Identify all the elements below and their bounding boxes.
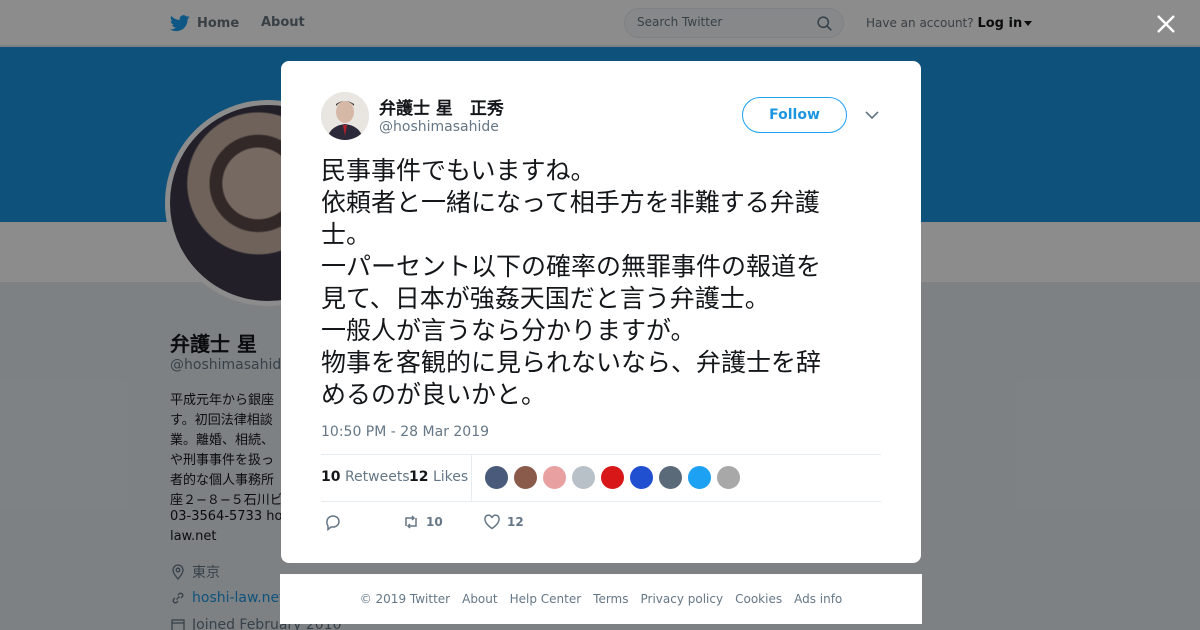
retweet-action-count: 10 bbox=[426, 515, 443, 529]
tweet-text-line: 依頼者と一緒になって相手方を非難する弁護 bbox=[321, 188, 820, 217]
close-icon[interactable] bbox=[1155, 13, 1177, 35]
liker-avatar[interactable] bbox=[658, 465, 683, 490]
likes-count: 12 bbox=[409, 469, 429, 485]
retweets-count: 10 bbox=[321, 469, 341, 485]
tweet-author-avatar[interactable] bbox=[321, 92, 369, 140]
tweet-text-line: めるのが良いかと。 bbox=[321, 380, 547, 409]
footer-link-ads-info[interactable]: Ads info bbox=[794, 592, 842, 606]
author-portrait-icon bbox=[321, 92, 369, 140]
retweets-label: Retweets bbox=[344, 469, 410, 485]
chevron-down-icon[interactable] bbox=[865, 109, 879, 121]
reply-icon bbox=[326, 515, 340, 531]
divider bbox=[321, 501, 881, 502]
tweet-author-handle[interactable]: @hoshimasahide bbox=[379, 119, 499, 135]
divider bbox=[471, 455, 472, 501]
tweet-modal: 弁護士 星 正秀 @hoshimasahide Follow 民事事件でもいます… bbox=[281, 61, 921, 563]
footer: © 2019 Twitter About Help Center Terms P… bbox=[280, 574, 922, 624]
liker-avatar[interactable] bbox=[600, 465, 625, 490]
footer-link-terms[interactable]: Terms bbox=[593, 592, 628, 606]
likes-label: Likes bbox=[432, 469, 469, 485]
tweet-text-line: 士。 bbox=[321, 220, 372, 249]
tweet-text-line: 見て、日本が強姦天国だと言う弁護士。 bbox=[321, 284, 770, 313]
retweet-button[interactable]: 10 bbox=[402, 513, 443, 531]
tweet-text: 民事事件でもいますね。 依頼者と一緒になって相手方を非難する弁護 士。 一パーセ… bbox=[321, 155, 887, 411]
like-button[interactable]: 12 bbox=[483, 513, 524, 531]
liker-avatar[interactable] bbox=[687, 465, 712, 490]
liker-avatar[interactable] bbox=[484, 465, 509, 490]
liker-avatar[interactable] bbox=[629, 465, 654, 490]
footer-link-privacy[interactable]: Privacy policy bbox=[641, 592, 724, 606]
follow-button[interactable]: Follow bbox=[742, 97, 847, 133]
heart-icon bbox=[484, 514, 500, 530]
footer-link-cookies[interactable]: Cookies bbox=[735, 592, 782, 606]
tweet-timestamp[interactable]: 10:50 PM - 28 Mar 2019 bbox=[321, 424, 489, 440]
divider bbox=[321, 454, 881, 455]
tweet-text-line: 一般人が言うなら分かりますが。 bbox=[321, 316, 696, 345]
reply-button[interactable] bbox=[324, 513, 348, 531]
likes-stat[interactable]: 12 Likes bbox=[409, 469, 468, 485]
footer-link-help-center[interactable]: Help Center bbox=[510, 592, 582, 606]
liker-avatars bbox=[484, 465, 745, 490]
tweet-text-line: 物事を客観的に見られないなら、弁護士を辞 bbox=[321, 348, 822, 377]
liker-avatar[interactable] bbox=[513, 465, 538, 490]
tweet-text-line: 一パーセント以下の確率の無罪事件の報道を bbox=[321, 252, 822, 281]
footer-copyright: © 2019 Twitter bbox=[359, 592, 451, 606]
retweets-stat[interactable]: 10 Retweets bbox=[321, 469, 410, 485]
tweet-text-line: 民事事件でもいますね。 bbox=[321, 156, 596, 185]
retweet-icon bbox=[405, 515, 417, 529]
tweet-author-name[interactable]: 弁護士 星 正秀 bbox=[379, 94, 504, 119]
liker-avatar[interactable] bbox=[571, 465, 596, 490]
footer-link-about[interactable]: About bbox=[462, 592, 497, 606]
liker-avatar[interactable] bbox=[542, 465, 567, 490]
like-action-count: 12 bbox=[507, 515, 524, 529]
liker-avatar[interactable] bbox=[716, 465, 741, 490]
